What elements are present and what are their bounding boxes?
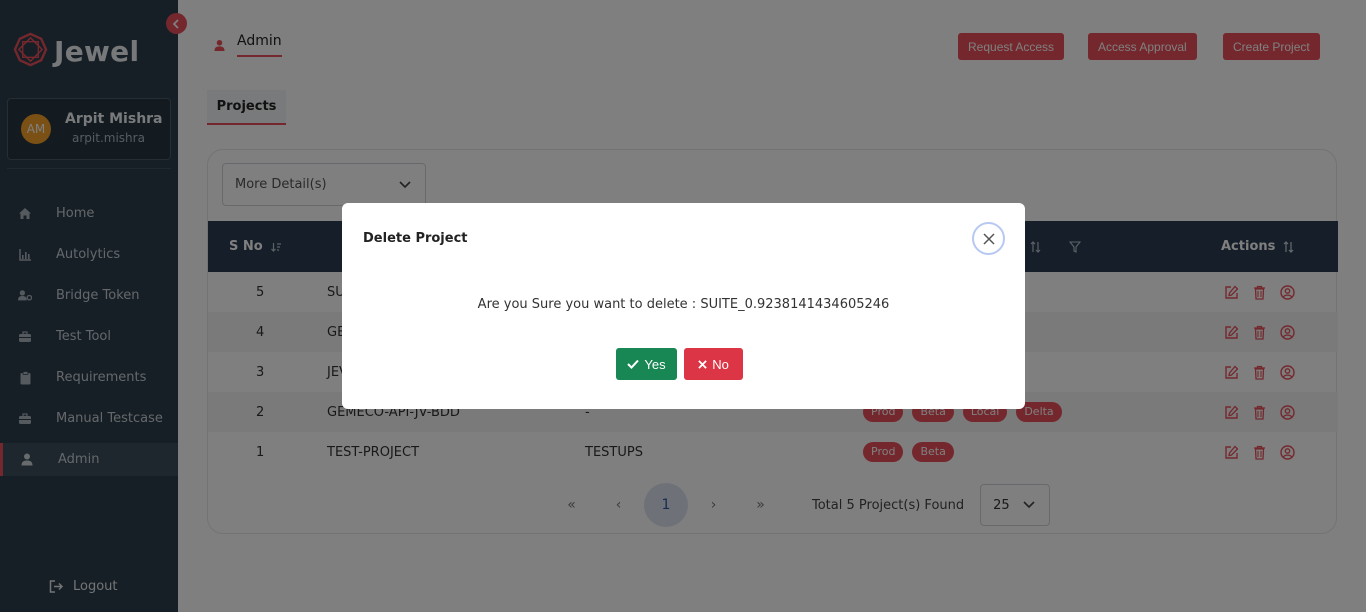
- modal-buttons: Yes No: [616, 348, 743, 380]
- confirm-no-button[interactable]: No: [684, 348, 743, 380]
- modal-title: Delete Project: [363, 231, 468, 246]
- close-icon: [982, 232, 995, 245]
- check-icon: [627, 359, 640, 369]
- no-label: No: [712, 356, 729, 372]
- close-icon: [698, 359, 707, 369]
- yes-label: Yes: [644, 356, 666, 372]
- modal-message: Are you Sure you want to delete : SUITE_…: [477, 297, 890, 312]
- modal-close-button[interactable]: [972, 222, 1005, 255]
- delete-project-modal: Delete Project Are you Sure you want to …: [342, 203, 1025, 409]
- confirm-yes-button[interactable]: Yes: [616, 348, 677, 380]
